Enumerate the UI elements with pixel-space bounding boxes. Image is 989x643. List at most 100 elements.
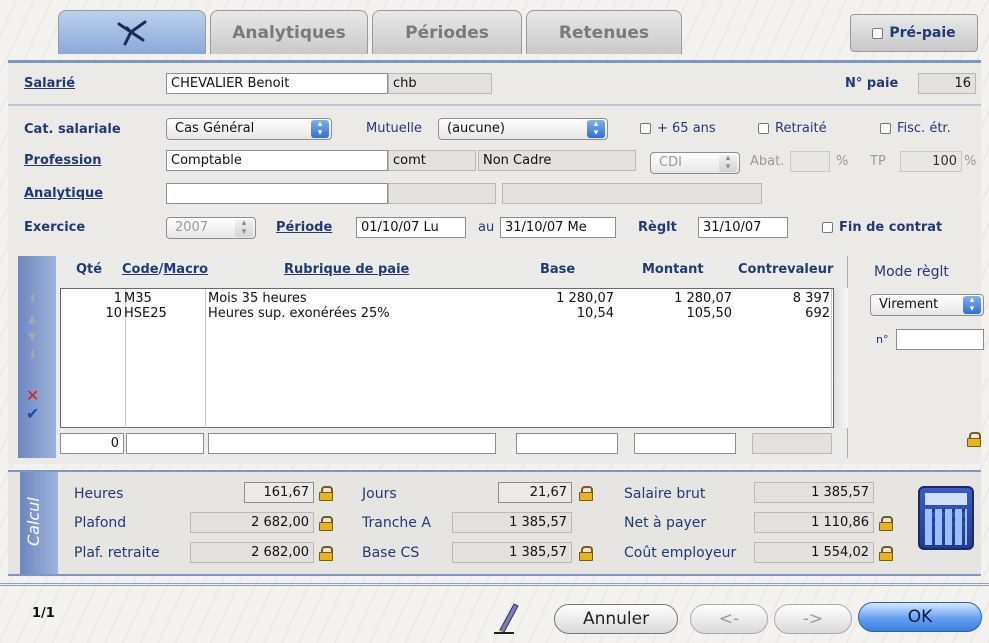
analytique-field[interactable]: [166, 183, 388, 204]
abat-pct: %: [836, 154, 849, 169]
calculator-display: [925, 493, 967, 505]
checkbox-box[interactable]: [822, 222, 833, 233]
col-code[interactable]: Code: [122, 262, 159, 277]
lock-icon[interactable]: [966, 432, 981, 447]
tab-retenues[interactable]: Retenues: [526, 10, 682, 54]
retraite-label: Retraité: [775, 121, 827, 136]
abat-field[interactable]: [790, 151, 830, 172]
entry-code-field[interactable]: [126, 433, 204, 454]
row1-montant: 1 280,07: [674, 291, 732, 306]
statut-field: Non Cadre: [478, 150, 636, 171]
plus65-checkbox[interactable]: + 65 ans: [640, 121, 716, 136]
mutuelle-label: Mutuelle: [366, 121, 423, 136]
prev-button[interactable]: <-: [690, 604, 768, 634]
npaie-label: N° paie: [845, 76, 899, 91]
retraite-checkbox[interactable]: Retraité: [758, 121, 827, 136]
periode-from-day: Lu: [423, 220, 439, 235]
periode-to-date: 31/10/07: [505, 220, 564, 235]
col-montant[interactable]: Montant: [642, 262, 704, 277]
periode-to-field[interactable]: 31/10/07 Me: [500, 217, 616, 238]
move-up-icon[interactable]: ▲: [28, 312, 36, 325]
validate-icon[interactable]: ✔: [26, 404, 39, 423]
list-scrolltrack[interactable]: [834, 288, 848, 428]
cat-select[interactable]: Cas Général ▴ ▾: [166, 118, 332, 140]
entry-rubrique-field[interactable]: [208, 433, 496, 454]
col-code-macro[interactable]: Code/Macro: [122, 262, 208, 277]
chevron-updown-icon: ▴ ▾: [963, 296, 981, 314]
calculator-icon[interactable]: [918, 486, 974, 550]
pencil-icon[interactable]: [494, 600, 520, 634]
col-macro[interactable]: Macro: [163, 262, 208, 277]
reglt-label: Règlt: [638, 220, 677, 235]
move-down-icon[interactable]: ▼: [28, 330, 36, 343]
col-divider: [205, 289, 206, 429]
move-top-icon[interactable]: ⬆: [28, 292, 37, 305]
col-rubrique[interactable]: Rubrique de paie: [284, 262, 409, 277]
fisc-label: Fisc. étr.: [897, 121, 951, 136]
lock-icon[interactable]: [318, 486, 333, 501]
ok-button[interactable]: OK: [858, 602, 982, 632]
net-field: 1 110,86: [754, 512, 874, 533]
periode-from-field[interactable]: 01/10/07 Lu: [356, 217, 466, 238]
lock-icon[interactable]: [878, 516, 893, 531]
delete-icon[interactable]: ✕: [26, 386, 39, 405]
cat-label: Cat. salariale: [24, 122, 121, 137]
profession-field[interactable]: Comptable: [166, 150, 388, 171]
prepaie-toggle[interactable]: Pré-paie: [850, 14, 978, 52]
jours-label: Jours: [362, 486, 397, 502]
bottom-divider: [0, 583, 989, 586]
lock-icon[interactable]: [578, 486, 593, 501]
calculator-keys: [925, 509, 967, 545]
reglt-field[interactable]: 31/10/07: [698, 217, 788, 238]
periode-label[interactable]: Période: [276, 220, 332, 235]
col-qte[interactable]: Qté: [76, 262, 102, 277]
next-button[interactable]: ->: [774, 604, 852, 634]
profession-code-field: comt: [388, 150, 476, 171]
heures-field[interactable]: 161,67: [244, 482, 314, 503]
mode-value: Virement: [879, 297, 939, 312]
lock-icon[interactable]: [578, 546, 593, 561]
periode-from-date: 01/10/07: [361, 220, 420, 235]
checkbox-box[interactable]: [640, 123, 651, 134]
net-label: Net à payer: [624, 515, 707, 531]
plus65-label: + 65 ans: [657, 121, 716, 136]
contrat-select[interactable]: CDI ▴ ▾: [650, 152, 740, 174]
annuler-button[interactable]: Annuler: [554, 604, 678, 634]
analytique-label[interactable]: Analytique: [24, 186, 103, 201]
fisc-checkbox[interactable]: Fisc. étr.: [880, 121, 951, 136]
tp-field[interactable]: 100: [900, 151, 962, 172]
checkbox-box[interactable]: [880, 123, 891, 134]
au-label: au: [478, 220, 495, 235]
salarie-name-field[interactable]: CHEVALIER Benoit: [166, 73, 388, 94]
entry-qte-field[interactable]: 0: [60, 433, 124, 454]
salarie-label[interactable]: Salarié: [24, 76, 75, 91]
lock-icon[interactable]: [318, 516, 333, 531]
col-divider: [831, 289, 832, 429]
fin-contrat-checkbox[interactable]: Fin de contrat: [822, 220, 942, 235]
col-base[interactable]: Base: [540, 262, 575, 277]
entry-base-field[interactable]: [516, 433, 618, 454]
exercice-stepper[interactable]: 2007 ▴ ▾: [166, 217, 256, 239]
col-contrevaleur[interactable]: Contrevaleur: [738, 262, 833, 277]
tp-label: TP: [870, 154, 886, 169]
lock-icon[interactable]: [878, 546, 893, 561]
chevron-updown-icon: ▴ ▾: [719, 154, 737, 172]
mode-n-label: n°: [876, 333, 889, 346]
mutuelle-value: (aucune): [447, 121, 505, 136]
entry-montant-field[interactable]: [634, 433, 736, 454]
contrat-value: CDI: [659, 155, 682, 170]
tab-analytiques[interactable]: Analytiques: [210, 10, 368, 54]
jours-field[interactable]: 21,67: [498, 482, 572, 503]
tab-periodes[interactable]: Périodes: [372, 10, 522, 54]
mode-select[interactable]: Virement ▴ ▾: [870, 294, 984, 316]
tab-salarie[interactable]: [58, 10, 206, 54]
mutuelle-select[interactable]: (aucune) ▴ ▾: [438, 118, 608, 140]
npaie-field: 16: [918, 73, 976, 94]
calcul-label: Calcul: [24, 497, 43, 547]
mode-n-field[interactable]: [896, 329, 984, 350]
move-bottom-icon[interactable]: ⬇: [28, 348, 37, 361]
lock-icon[interactable]: [318, 546, 333, 561]
profession-label[interactable]: Profession: [24, 153, 101, 168]
checkbox-box[interactable]: [758, 123, 769, 134]
prepaie-checkbox[interactable]: [872, 27, 884, 39]
